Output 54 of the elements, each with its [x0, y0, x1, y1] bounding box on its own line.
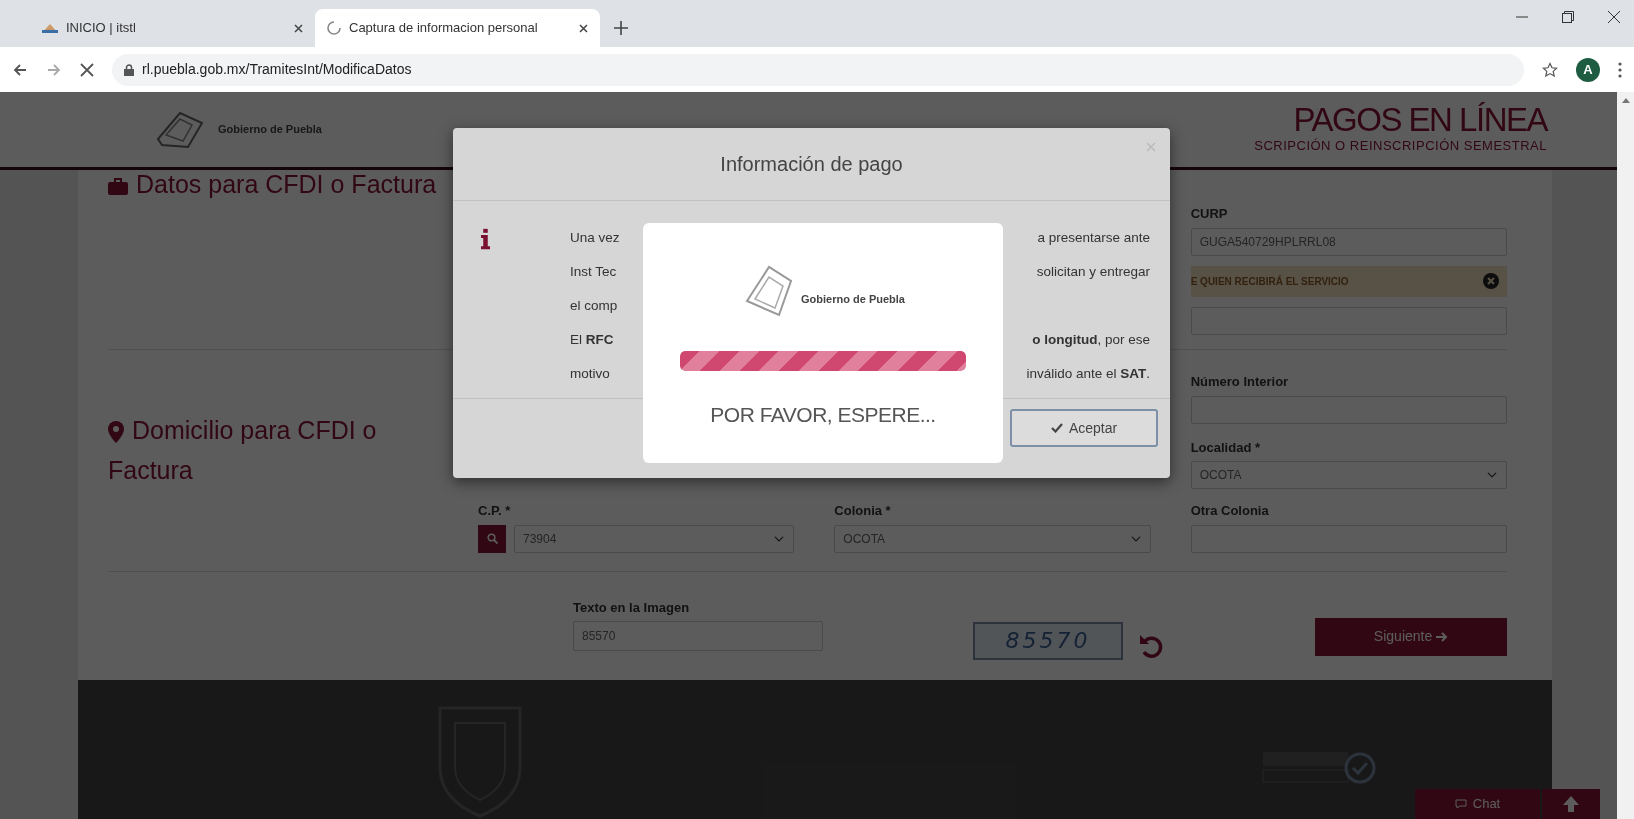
browser-tab[interactable]: Captura de informacion personal [315, 9, 600, 47]
star-icon[interactable] [1542, 61, 1558, 78]
dialog-text: El RFC [570, 331, 614, 349]
stop-icon[interactable] [80, 62, 94, 77]
check-icon [1050, 423, 1063, 433]
close-icon[interactable] [294, 23, 303, 33]
dialog-text: Una vez [570, 229, 620, 247]
map-pin-icon [108, 421, 124, 444]
chat-button[interactable]: Chat [1415, 789, 1540, 819]
dialog-text: a presentarse ante [1037, 229, 1150, 247]
captcha-image: 85570 [973, 621, 1123, 660]
dialog-text: solicitan y entregar [1036, 263, 1150, 281]
page-title: PAGOS EN LÍNEA [1293, 103, 1547, 137]
scroll-up-icon[interactable] [1621, 98, 1630, 103]
chat-bubble-icon [1454, 799, 1467, 809]
section-title: Datos para CFDI o Factura [108, 164, 438, 349]
close-icon[interactable] [579, 23, 588, 33]
field-label: Colonia * [834, 502, 892, 520]
search-button[interactable] [478, 524, 506, 553]
close-window-icon[interactable] [1608, 10, 1620, 23]
url-text: rl.puebla.gob.mx/TramitesInt/ModificaDatos [142, 60, 412, 79]
logo-text: Gobierno de Puebla [218, 122, 322, 138]
address-bar[interactable]: rl.puebla.gob.mx/TramitesInt/ModificaDatos [112, 53, 1524, 86]
profile-avatar[interactable]: A [1576, 57, 1600, 82]
browser-tab[interactable]: INICIO | itstl [30, 9, 315, 47]
next-button[interactable]: Siguiente [1315, 617, 1507, 656]
dialog-text: Inst Tec [570, 263, 617, 281]
lock-icon [124, 63, 134, 76]
new-tab-icon[interactable] [614, 21, 628, 35]
dialog-text: motivo [570, 365, 610, 383]
search-icon [486, 533, 498, 544]
field-label: Otra Colonia [1190, 502, 1270, 520]
back-icon[interactable] [12, 61, 28, 78]
section-title: Domicilio para CFDI o Factura [108, 415, 378, 486]
restore-icon[interactable] [1562, 10, 1574, 23]
forward-icon[interactable] [46, 61, 62, 78]
logo-text: Gobierno de Puebla [801, 291, 905, 307]
field-label: CURP [1190, 205, 1229, 223]
field-label: C.P. * [478, 502, 512, 520]
dialog-title: Información de pago [720, 152, 903, 177]
field-label: Número Interior [1190, 373, 1290, 391]
wait-message: POR FAVOR, ESPERE... [709, 402, 937, 428]
arrow-right-icon [1436, 631, 1449, 644]
field-label: Texto en la Imagen [573, 598, 691, 617]
dialog-text: o longitud, por ese [1032, 331, 1150, 349]
page-subtitle: SCRIPCIÓN O REINSCRIPCIÓN SEMESTRAL [1254, 137, 1547, 156]
accept-button[interactable]: Aceptar [1010, 409, 1158, 447]
scroll-top-button[interactable] [1542, 789, 1600, 819]
menu-icon[interactable] [1618, 61, 1622, 78]
briefcase-icon [108, 177, 128, 195]
field-label: Localidad * [1190, 438, 1261, 457]
arrow-up-icon [1561, 794, 1581, 814]
dialog-text: el comp [570, 297, 618, 315]
dialog-text: inválido ante el SAT. [1026, 365, 1150, 383]
